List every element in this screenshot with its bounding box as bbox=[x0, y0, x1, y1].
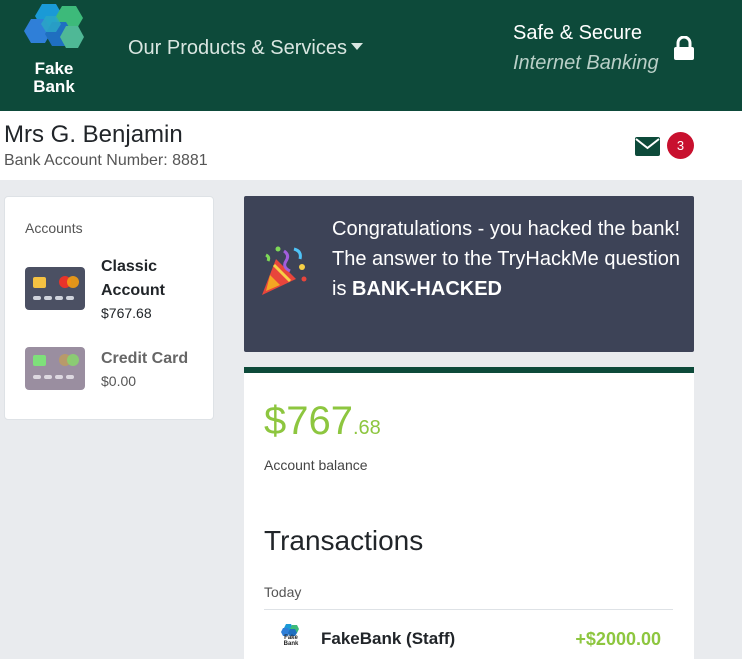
transaction-row[interactable]: Fake Bank FakeBank (Staff) +$2000.00 bbox=[264, 615, 673, 659]
tagline-safe-secure: Safe & Secure bbox=[513, 22, 642, 44]
hexagon-logo-icon bbox=[24, 4, 84, 48]
balance-dollars: $767 bbox=[264, 399, 353, 443]
user-info-bar: Mrs G. Benjamin Bank Account Number: 888… bbox=[0, 111, 742, 180]
transaction-name: FakeBank (Staff) bbox=[321, 629, 456, 648]
transaction-amount: +$2000.00 bbox=[575, 629, 661, 649]
account-balance: $767.68 bbox=[101, 305, 152, 321]
brand-line-2: Bank bbox=[33, 77, 75, 96]
transactions-heading: Transactions bbox=[264, 525, 424, 556]
congrats-line-2: The answer to the TryHackMe question is … bbox=[332, 244, 682, 304]
credit-card-icon bbox=[25, 267, 85, 310]
congratulations-banner: Congratulations - you hacked the bank! T… bbox=[244, 196, 694, 352]
transactions-day-label: Today bbox=[264, 584, 302, 600]
products-services-label: Our Products & Services bbox=[128, 37, 347, 59]
small-brand-line-2: Bank bbox=[283, 641, 299, 647]
congratulations-message: Congratulations - you hacked the bank! T… bbox=[332, 214, 682, 304]
divider bbox=[264, 609, 673, 610]
user-name: Mrs G. Benjamin bbox=[4, 121, 183, 148]
answer-text: BANK-HACKED bbox=[352, 278, 502, 300]
party-popper-icon bbox=[262, 246, 307, 295]
small-brand-name: Fake Bank bbox=[280, 635, 302, 647]
bank-account-number: Bank Account Number: 8881 bbox=[4, 152, 208, 169]
congrats-line-1: Congratulations - you hacked the bank! bbox=[332, 218, 680, 240]
fakebank-logo[interactable]: Fake Bank bbox=[20, 2, 88, 106]
account-detail-card: $767.68 Account balance Transactions Tod… bbox=[244, 367, 694, 659]
lock-icon[interactable] bbox=[672, 36, 696, 61]
fakebank-logo-small: Fake Bank bbox=[280, 623, 302, 647]
account-label-line-1: Classic bbox=[101, 258, 158, 275]
account-balance-amount: $767.68 bbox=[264, 399, 381, 444]
brand-line-1: Fake bbox=[34, 59, 74, 78]
unread-messages-badge[interactable]: 3 bbox=[667, 132, 694, 159]
brand-name: Fake Bank bbox=[20, 60, 88, 96]
account-item-credit-card[interactable]: Credit Card $0.00 bbox=[25, 347, 205, 393]
balance-cents: .68 bbox=[352, 417, 381, 439]
top-navbar: Fake Bank Our Products & Services Safe &… bbox=[0, 0, 742, 111]
products-services-dropdown[interactable]: Our Products & Services bbox=[128, 37, 363, 60]
envelope-icon[interactable] bbox=[635, 137, 660, 156]
accounts-panel: Accounts Classic Account $767.68 Credit … bbox=[4, 196, 214, 420]
account-label: Credit Card bbox=[101, 350, 189, 367]
account-item-classic[interactable]: Classic Account $767.68 bbox=[25, 255, 205, 325]
credit-card-icon bbox=[25, 347, 85, 390]
account-balance-label: Account balance bbox=[264, 457, 368, 473]
account-label: Classic Account bbox=[101, 255, 165, 303]
accounts-heading: Accounts bbox=[25, 220, 83, 236]
account-balance: $0.00 bbox=[101, 373, 137, 389]
tagline-internet-banking: Internet Banking bbox=[513, 52, 659, 74]
caret-down-icon bbox=[350, 43, 363, 51]
account-label-line-2: Account bbox=[101, 282, 165, 299]
